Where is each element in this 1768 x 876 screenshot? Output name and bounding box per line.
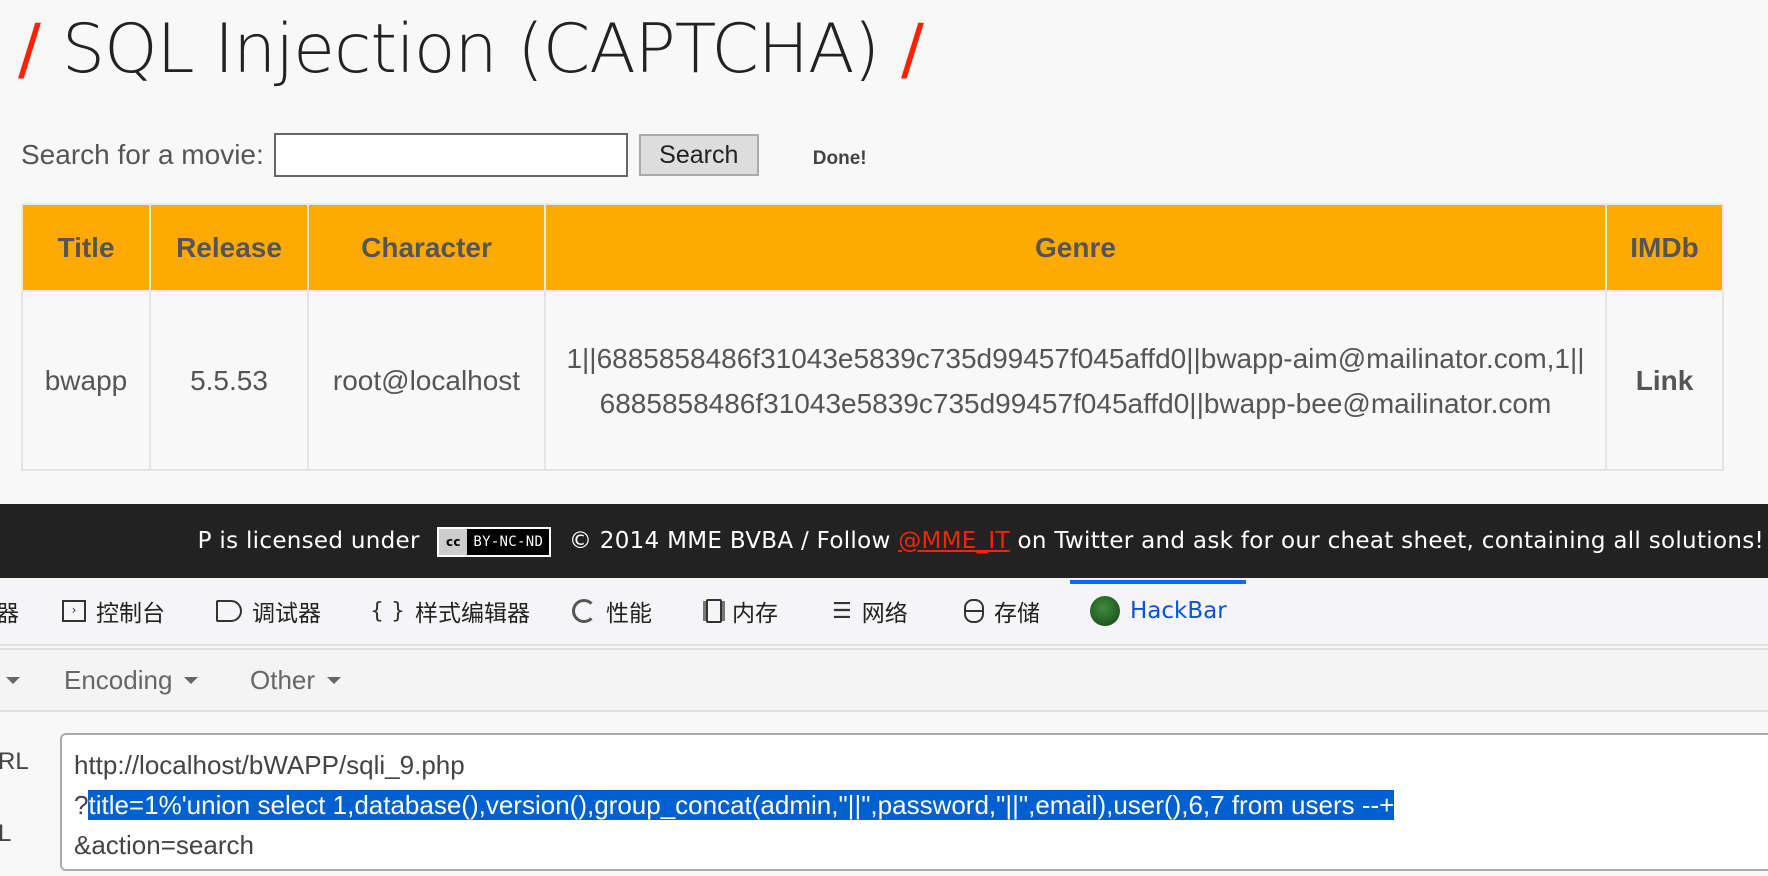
- table-row: bwapp 5.5.53 root@localhost 1||688585848…: [21, 290, 1724, 471]
- header-imdb: IMDb: [1605, 203, 1724, 292]
- tab-label: 网络: [861, 601, 908, 627]
- cc-icon: cc: [439, 528, 468, 555]
- search-label: Search for a movie:: [21, 139, 264, 170]
- cc-label: BY-NC-ND: [473, 533, 544, 550]
- tab-network[interactable]: ☰ 网络: [832, 578, 908, 644]
- search-input[interactable]: [273, 133, 628, 177]
- caret-down-icon: [184, 676, 199, 684]
- table-header-row: Title Release Character Genre IMDb: [21, 203, 1724, 292]
- menu-label: Encoding: [64, 664, 173, 695]
- header-release: Release: [149, 203, 309, 292]
- tab-storage[interactable]: 存储: [964, 578, 1040, 644]
- header-character: Character: [307, 203, 546, 292]
- page-title-text: SQL Injection (CAPTCHA): [61, 10, 880, 89]
- tab-label: HackBar: [1130, 598, 1227, 624]
- twitter-link[interactable]: @MME_IT: [898, 528, 1010, 554]
- footer-cheatsheet-text: on Twitter and ask for our cheat sheet, …: [1017, 528, 1764, 554]
- tab-memory[interactable]: 内存: [706, 578, 778, 644]
- footer-copyright-text: © 2014 MME BVBA / Follow: [568, 528, 891, 554]
- cell-title: bwapp: [21, 290, 151, 471]
- menu-encoding[interactable]: Encoding: [64, 650, 199, 710]
- tab-performance[interactable]: 性能: [572, 578, 652, 644]
- tab-inspector[interactable]: 器: [0, 578, 19, 644]
- cell-character: root@localhost: [307, 290, 546, 471]
- load-url-label: RL: [0, 748, 29, 775]
- split-url-label: L: [0, 820, 12, 847]
- header-genre: Genre: [544, 203, 1607, 292]
- tab-label: 调试器: [252, 601, 321, 627]
- cell-release: 5.5.53: [149, 290, 309, 471]
- title-slash-right: /: [901, 10, 924, 89]
- tab-style-editor[interactable]: { } 样式编辑器: [370, 578, 530, 644]
- page-title: / SQL Injection (CAPTCHA) /: [18, 2, 924, 102]
- tab-console[interactable]: › 控制台: [62, 578, 165, 644]
- console-icon: ›: [62, 600, 86, 622]
- performance-icon: [572, 599, 596, 623]
- selected-injection-payload: title=1%'union select 1,database(),versi…: [88, 790, 1395, 820]
- tab-debugger[interactable]: 调试器: [216, 578, 321, 644]
- url-textarea[interactable]: http://localhost/bWAPP/sqli_9.php ?title…: [60, 733, 1768, 871]
- memory-icon: [706, 599, 722, 623]
- menu-hidden-dropdown[interactable]: [0, 650, 20, 710]
- search-button[interactable]: Search: [638, 134, 759, 176]
- tab-label: 存储: [994, 601, 1040, 627]
- url-query-prefix: ?: [74, 790, 89, 820]
- storage-icon: [964, 599, 984, 623]
- header-title: Title: [21, 203, 151, 292]
- network-icon: ☰: [832, 598, 852, 624]
- cc-license-badge[interactable]: cc BY-NC-ND: [437, 526, 552, 557]
- search-form: Search for a movie: Search Done!: [21, 132, 867, 178]
- caret-down-icon: [327, 676, 342, 684]
- braces-icon: { }: [370, 598, 405, 624]
- hackbar-toolbar: Encoding Other: [0, 648, 1768, 712]
- devtools-tab-bar: 器 › 控制台 调试器 { } 样式编辑器 性能 内存 ☰ 网络 存储 Hack…: [0, 578, 1768, 646]
- menu-other[interactable]: Other: [250, 650, 342, 710]
- status-text: Done!: [812, 148, 867, 169]
- hackbar-icon: [1090, 596, 1120, 626]
- footer-bar: P is licensed under cc BY-NC-ND © 2014 M…: [0, 504, 1768, 578]
- caret-down-icon: [6, 676, 20, 684]
- title-slash-left: /: [18, 10, 41, 89]
- imdb-link[interactable]: Link: [1605, 290, 1724, 471]
- tab-label: 控制台: [96, 601, 165, 627]
- tab-label: 器: [0, 601, 19, 627]
- url-line-3: &action=search: [74, 830, 254, 860]
- tab-label: 内存: [732, 601, 778, 627]
- tab-hackbar[interactable]: HackBar: [1070, 578, 1246, 644]
- tab-label: 性能: [606, 601, 652, 627]
- cell-genre: 1||6885858486f31043e5839c735d99457f045af…: [544, 290, 1607, 471]
- footer-license-text: P is licensed under: [197, 528, 420, 554]
- tab-label: 样式编辑器: [415, 601, 530, 627]
- url-line-1: http://localhost/bWAPP/sqli_9.php: [74, 750, 465, 780]
- menu-label: Other: [250, 664, 316, 695]
- url-line-2: ?title=1%'union select 1,database(),vers…: [74, 785, 1768, 825]
- debugger-icon: [216, 600, 242, 622]
- results-table: Title Release Character Genre IMDb bwapp…: [21, 203, 1724, 471]
